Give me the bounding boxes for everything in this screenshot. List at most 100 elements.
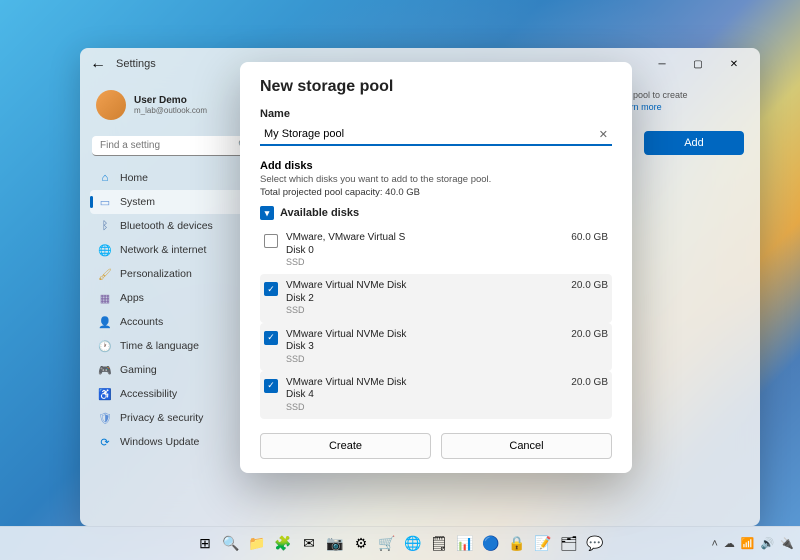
sidebar-item-label: Windows Update	[120, 436, 199, 448]
disk-type: SSD	[286, 305, 563, 316]
disk-name: VMware Virtual NVMe Disk	[286, 280, 563, 293]
checkbox[interactable]	[264, 234, 278, 248]
disk-name: VMware Virtual NVMe Disk	[286, 377, 563, 390]
disk-id: Disk 2	[286, 293, 563, 306]
chevron-down-icon: ▾	[260, 206, 274, 220]
tray-chevron-icon[interactable]: ˄	[711, 538, 717, 550]
volume-icon[interactable]: 🔊	[761, 537, 775, 550]
sidebar-item-privacy-security[interactable]: 🛡 Privacy & security	[90, 406, 250, 430]
gaming-icon: 🎮	[98, 363, 112, 377]
profile-header[interactable]: User Demo m_lab@outlook.com	[90, 86, 250, 124]
avatar	[96, 90, 126, 120]
checkbox[interactable]: ✓	[264, 379, 278, 393]
sidebar-item-label: Privacy & security	[120, 412, 203, 424]
taskbar-app-icon[interactable]: ⚙	[350, 533, 372, 555]
taskbar-app-icon[interactable]: 📊	[454, 533, 476, 555]
sidebar-item-system[interactable]: ▭ System	[90, 190, 250, 214]
maximize-button[interactable]: ▢	[680, 50, 716, 78]
sidebar-item-label: System	[120, 196, 155, 208]
name-label: Name	[260, 108, 612, 120]
disk-row[interactable]: ✓ VMware Virtual NVMe Disk Disk 2 SSD 20…	[260, 274, 612, 322]
taskbar-app-icon[interactable]: 🛒	[376, 533, 398, 555]
disk-size: 20.0 GB	[571, 377, 608, 388]
disk-size: 60.0 GB	[571, 232, 608, 243]
taskbar-app-icon[interactable]: 🧩	[272, 533, 294, 555]
add-disks-description: Select which disks you want to add to th…	[260, 174, 612, 185]
create-button[interactable]: Create	[260, 433, 431, 459]
cloud-icon[interactable]: ☁	[724, 537, 735, 550]
sidebar-item-network-internet[interactable]: 🌐 Network & internet	[90, 238, 250, 262]
taskbar-app-icon[interactable]: 🔵	[480, 533, 502, 555]
taskbar-app-icon[interactable]: ✉	[298, 533, 320, 555]
taskbar-app-icon[interactable]: 📁	[246, 533, 268, 555]
sidebar-item-time-language[interactable]: 🕐 Time & language	[90, 334, 250, 358]
minimize-button[interactable]: ─	[644, 50, 680, 78]
disk-id: Disk 3	[286, 341, 563, 354]
disk-row[interactable]: ✓ VMware Virtual NVMe Disk Disk 3 SSD 20…	[260, 323, 612, 371]
sidebar-item-label: Bluetooth & devices	[120, 220, 213, 232]
network-internet-icon: 🌐	[98, 243, 112, 257]
network-icon[interactable]: 📶	[741, 537, 755, 550]
time-language-icon: 🕐	[98, 339, 112, 353]
search-input[interactable]	[100, 140, 232, 151]
sidebar-item-apps[interactable]: ▦Apps	[90, 286, 250, 310]
search-box[interactable]: 🔍	[92, 136, 248, 156]
dialog-title: New storage pool	[260, 78, 612, 96]
checkbox[interactable]: ✓	[264, 331, 278, 345]
sidebar-item-bluetooth-devices[interactable]: ᛒ Bluetooth & devices	[90, 214, 250, 238]
disk-id: Disk 4	[286, 389, 563, 402]
sidebar-item-label: Accounts	[120, 316, 163, 328]
window-title: Settings	[116, 58, 156, 70]
taskbar-app-icon[interactable]: 🔒	[506, 533, 528, 555]
taskbar-app-icon[interactable]: 📷	[324, 533, 346, 555]
disk-type: SSD	[286, 402, 563, 413]
sidebar-item-personalization[interactable]: 🖌Personalization	[90, 262, 250, 286]
capacity-text: Total projected pool capacity: 40.0 GB	[260, 187, 612, 198]
sidebar-item-label: Time & language	[120, 340, 199, 352]
back-button[interactable]: ←	[88, 54, 108, 74]
sidebar-item-label: Network & internet	[120, 244, 206, 256]
add-button[interactable]: Add	[644, 131, 744, 155]
taskbar-app-icon[interactable]: 🗒	[428, 533, 450, 555]
disk-row[interactable]: VMware, VMware Virtual S Disk 0 SSD 60.0…	[260, 226, 612, 274]
sidebar-item-gaming[interactable]: 🎮 Gaming	[90, 358, 250, 382]
power-icon[interactable]: 🔌	[780, 537, 794, 550]
sidebar-item-windows-update[interactable]: ⟳ Windows Update	[90, 430, 250, 454]
close-button[interactable]: ✕	[716, 50, 752, 78]
add-disks-label: Add disks	[260, 160, 612, 172]
windows-update-icon: ⟳	[98, 435, 112, 449]
available-disks-header[interactable]: ▾ Available disks	[260, 206, 612, 220]
accounts-icon: 👤	[98, 315, 112, 329]
system-icon: ▭	[98, 195, 112, 209]
taskbar-app-icon[interactable]: 🗂	[558, 533, 580, 555]
sidebar-item-accessibility[interactable]: ♿Accessibility	[90, 382, 250, 406]
disk-type: SSD	[286, 354, 563, 365]
home-icon: ⌂	[98, 171, 112, 185]
system-tray: ˄ ☁ 📶 🔊 🔌	[711, 537, 794, 550]
personalization-icon: 🖌	[98, 267, 112, 281]
disk-id: Disk 0	[286, 245, 563, 258]
taskbar-app-icon[interactable]: 🔍	[220, 533, 242, 555]
sidebar-item-home[interactable]: ⌂ Home	[90, 166, 250, 190]
taskbar-app-icon[interactable]: 🌐	[402, 533, 424, 555]
disk-name: VMware, VMware Virtual S	[286, 232, 563, 245]
sidebar-item-accounts[interactable]: 👤 Accounts	[90, 310, 250, 334]
taskbar-app-icon[interactable]: ⊞	[194, 533, 216, 555]
taskbar-app-icon[interactable]: 💬	[584, 533, 606, 555]
cancel-button[interactable]: Cancel	[441, 433, 612, 459]
taskbar-app-icon[interactable]: 📝	[532, 533, 554, 555]
disk-size: 20.0 GB	[571, 280, 608, 291]
sidebar-item-label: Home	[120, 172, 148, 184]
clear-icon[interactable]: ✕	[599, 128, 608, 141]
arrow-left-icon: ←	[90, 55, 106, 73]
pool-name-input[interactable]	[260, 124, 612, 146]
sidebar-item-label: Gaming	[120, 364, 157, 376]
disk-row[interactable]: ✓ VMware Virtual NVMe Disk Disk 4 SSD 20…	[260, 371, 612, 419]
profile-name: User Demo	[134, 95, 207, 106]
sidebar: User Demo m_lab@outlook.com 🔍 ⌂ Home ▭ Syst…	[80, 80, 260, 526]
sidebar-item-label: Apps	[120, 292, 144, 304]
privacy-security-icon: 🛡	[98, 411, 112, 425]
profile-email: m_lab@outlook.com	[134, 106, 207, 115]
checkbox[interactable]: ✓	[264, 282, 278, 296]
bluetooth-devices-icon: ᛒ	[98, 219, 112, 233]
